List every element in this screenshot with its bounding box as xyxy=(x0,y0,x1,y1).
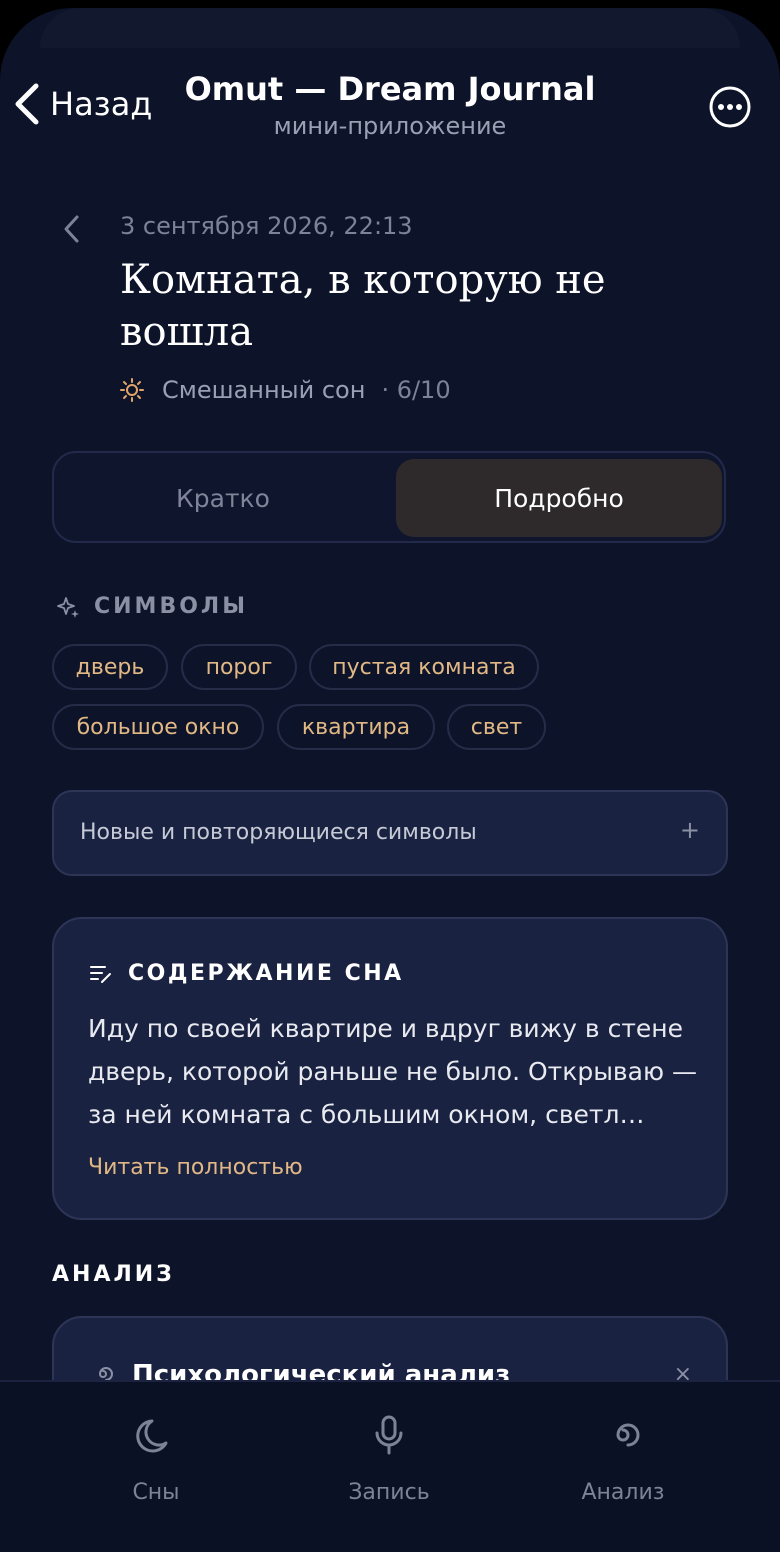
symbol-chip[interactable]: дверь xyxy=(52,644,168,690)
tab-analysis[interactable]: Анализ xyxy=(543,1408,703,1505)
app-screen: Назад Omut — Dream Journal мини-приложен… xyxy=(0,8,780,1552)
dream-text: Иду по своей квартире и вдруг вижу в сте… xyxy=(88,1014,697,1129)
tab-record[interactable]: Запись xyxy=(309,1408,469,1505)
symbols-heading: СИМВОЛЫ xyxy=(56,594,248,619)
symbols-accordion[interactable]: Новые и повторяющиеся символы + xyxy=(52,790,728,876)
read-more-link[interactable]: Читать полностью xyxy=(88,1155,303,1180)
dream-score: · 6/10 xyxy=(381,376,451,404)
sun-icon xyxy=(120,378,144,402)
accordion-label: Новые и повторяющиеся символы xyxy=(80,820,477,845)
status-area xyxy=(40,8,740,48)
plus-icon: + xyxy=(679,816,700,844)
analysis-heading: АНАЛИЗ xyxy=(52,1262,175,1287)
tab-bar: Сны Запись Анализ xyxy=(0,1380,780,1552)
symbol-chip[interactable]: большое окно xyxy=(52,704,264,750)
content-heading-label: СОДЕРЖАНИЕ СНА xyxy=(128,961,404,986)
dream-title: Комната, в которую не вошла xyxy=(120,257,606,355)
dream-type: Смешанный сон xyxy=(162,376,366,404)
symbol-chip[interactable]: свет xyxy=(447,704,546,750)
tab-label: Анализ xyxy=(581,1480,665,1505)
sparkle-icon xyxy=(57,596,79,618)
view-toggle: Кратко Подробно xyxy=(52,451,726,543)
tab-label: Сны xyxy=(132,1480,180,1505)
symbols-heading-label: СИМВОЛЫ xyxy=(94,594,248,619)
segment-brief[interactable]: Кратко xyxy=(60,459,386,537)
more-icon xyxy=(709,86,751,128)
spiral-icon xyxy=(616,1423,640,1447)
edit-lines-icon xyxy=(90,965,111,983)
tab-label: Запись xyxy=(348,1480,430,1505)
symbol-chip[interactable]: квартира xyxy=(277,704,435,750)
moon-icon xyxy=(136,1419,168,1453)
symbol-chip[interactable]: порог xyxy=(181,644,297,690)
content-heading: СОДЕРЖАНИЕ СНА xyxy=(88,961,404,986)
microphone-icon xyxy=(375,1415,403,1455)
dream-meta: Смешанный сон · 6/10 xyxy=(120,376,451,404)
entry-back-button[interactable] xyxy=(60,214,84,248)
more-button[interactable] xyxy=(708,85,752,133)
dream-content-card: СОДЕРЖАНИЕ СНА Иду по своей квартире и в… xyxy=(52,917,728,1220)
app-title: Omut — Dream Journal xyxy=(184,70,596,108)
symbol-chip[interactable]: пустая комната xyxy=(309,644,539,690)
chevron-left-icon xyxy=(64,215,79,243)
tab-dreams[interactable]: Сны xyxy=(76,1408,236,1505)
dream-date: 3 сентября 2026, 22:13 xyxy=(120,212,413,240)
segment-detailed[interactable]: Подробно xyxy=(396,459,722,537)
app-subtitle: мини-приложение xyxy=(273,112,507,140)
